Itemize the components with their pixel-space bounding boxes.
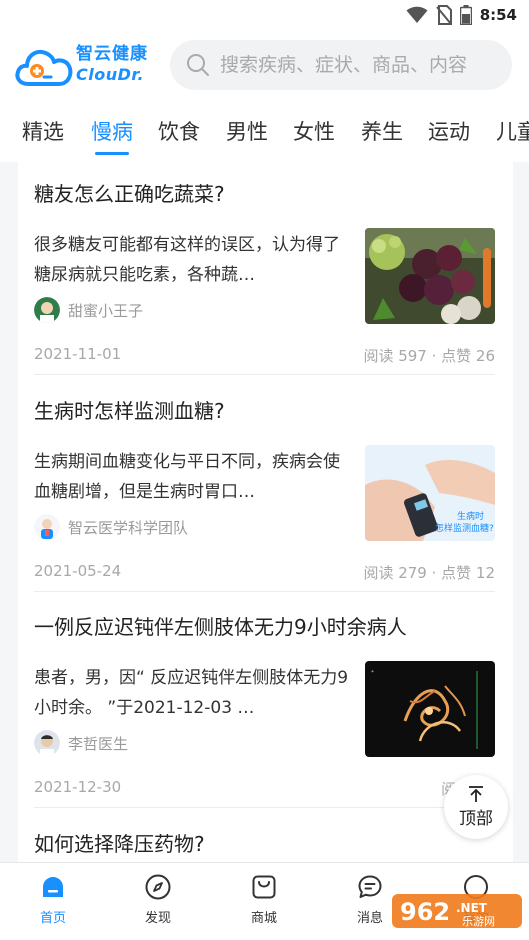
- battery-icon: [459, 5, 472, 25]
- compass-icon: [145, 874, 171, 900]
- nav-label: 消息: [356, 911, 383, 926]
- article-date: 2021-11-01: [34, 345, 122, 363]
- author-avatar: [34, 297, 60, 323]
- article-card[interactable]: 糖友怎么正确吃蔬菜? 很多糖友可能都有这样的误区，认为得了糖尿病就只能吃素，各种…: [34, 180, 495, 365]
- article-summary: 很多糖友可能都有这样的误区，认为得了糖尿病就只能吃素，各种蔬…: [34, 235, 340, 285]
- back-to-top-label: 顶部: [459, 809, 493, 829]
- status-time: 8:54: [479, 6, 517, 24]
- article-stats: 阅读 597 · 点赞 26: [363, 347, 495, 365]
- author-name: 甜蜜小王子: [68, 301, 144, 320]
- watermark-domain: .NET: [456, 901, 488, 915]
- article-summary: 患者，男，因“ 反应迟钝伴左侧肢体无力9小时余。 ”于2021-12-03 …: [34, 668, 349, 718]
- tab-chronic-disease[interactable]: 慢病: [91, 116, 133, 146]
- thumb-caption-2: 怎样监测血糖?: [435, 522, 494, 534]
- nav-home[interactable]: 首页: [13, 873, 93, 926]
- glucose-test-image: 生病时 怎样监测血糖?: [365, 445, 495, 541]
- article-date: 2021-12-30: [34, 778, 122, 796]
- tab-diet[interactable]: 饮食: [158, 116, 200, 146]
- search-input[interactable]: [220, 54, 500, 76]
- message-icon: [358, 875, 382, 898]
- article-thumbnail-scan: +: [365, 661, 495, 757]
- article-divider: [34, 807, 495, 808]
- category-tabs: 精选 慢病 饮食 男性 女性 养生 运动 儿童: [0, 102, 529, 162]
- article-title[interactable]: 生病时怎样监测血糖?: [34, 397, 495, 425]
- thumb-caption-1: 生病时: [457, 510, 484, 522]
- status-icons: 8:54: [406, 4, 517, 26]
- article-date: 2021-05-24: [34, 562, 122, 580]
- tab-children[interactable]: 儿童: [496, 116, 529, 146]
- nav-label: 首页: [39, 911, 66, 926]
- article-author[interactable]: 智云医学科学团队: [34, 513, 188, 541]
- article-divider: [34, 591, 495, 592]
- tab-exercise[interactable]: 运动: [428, 116, 470, 146]
- article-thumbnail-glucose: 生病时 怎样监测血糖?: [365, 445, 495, 541]
- article-thumbnail-vegetables: [365, 228, 495, 324]
- site-watermark: 962 .NET 乐游网: [392, 894, 522, 928]
- author-avatar: [34, 514, 60, 540]
- tab-women[interactable]: 女性: [293, 116, 335, 146]
- article-summary: 生病期间血糖变化与平日不同，疾病会使血糖剧增，但是生病时胃口…: [34, 452, 340, 502]
- article-author[interactable]: 甜蜜小王子: [34, 296, 143, 324]
- header: 智云健康 ClouDr.: [0, 30, 529, 102]
- nav-mall[interactable]: 商城: [224, 873, 304, 926]
- article-card[interactable]: 如何选择降压药物?: [34, 830, 495, 862]
- active-tab-indicator: [95, 152, 129, 155]
- article-divider: [34, 374, 495, 375]
- logo-text: 智云健康 ClouDr.: [76, 46, 148, 83]
- svg-text:+: +: [371, 669, 374, 675]
- watermark-cn: 乐游网: [462, 915, 495, 928]
- article-feed: 糖友怎么正确吃蔬菜? 很多糖友可能都有这样的误区，认为得了糖尿病就只能吃素，各种…: [18, 162, 513, 862]
- article-card[interactable]: 一例反应迟钝伴左侧肢体无力9小时余病人 患者，男，因“ 反应迟钝伴左侧肢体无力9…: [34, 613, 495, 798]
- search-icon: [187, 54, 209, 76]
- no-sim-icon: [435, 5, 452, 25]
- bag-icon: [252, 875, 276, 899]
- cloud-logo-icon: [15, 49, 73, 86]
- home-icon: [43, 877, 63, 897]
- wifi-icon: [406, 6, 428, 23]
- tab-featured[interactable]: 精选: [22, 116, 64, 146]
- tab-men[interactable]: 男性: [226, 116, 268, 146]
- vegetables-image: [365, 228, 495, 324]
- search-bar[interactable]: [170, 40, 512, 90]
- author-avatar: [34, 730, 60, 756]
- tab-wellness[interactable]: 养生: [361, 116, 403, 146]
- arrow-up-icon: [469, 786, 483, 802]
- article-card[interactable]: 生病时怎样监测血糖? 生病期间血糖变化与平日不同，疾病会使血糖剧增，但是生病时胃…: [34, 397, 495, 582]
- back-to-top-button[interactable]: 顶部: [444, 775, 508, 839]
- status-bar: 8:54: [0, 0, 529, 30]
- article-title[interactable]: 糖友怎么正确吃蔬菜?: [34, 180, 495, 208]
- watermark-number: 962: [400, 898, 450, 926]
- app-logo[interactable]: 智云健康 ClouDr.: [14, 42, 154, 92]
- brand-name-en: ClouDr.: [76, 65, 145, 84]
- article-author[interactable]: 李哲医生: [34, 729, 128, 757]
- article-title[interactable]: 如何选择降压药物?: [34, 830, 495, 858]
- article-title[interactable]: 一例反应迟钝伴左侧肢体无力9小时余病人: [34, 613, 495, 641]
- nav-discover[interactable]: 发现: [118, 873, 198, 926]
- nav-label: 发现: [144, 911, 171, 926]
- brand-name-cn: 智云健康: [76, 44, 148, 64]
- brain-scan-image: +: [365, 661, 495, 757]
- article-stats: 阅读 279 · 点赞 12: [363, 564, 495, 582]
- author-name: 李哲医生: [68, 734, 129, 753]
- author-name: 智云医学科学团队: [68, 518, 189, 537]
- nav-label: 商城: [250, 911, 277, 926]
